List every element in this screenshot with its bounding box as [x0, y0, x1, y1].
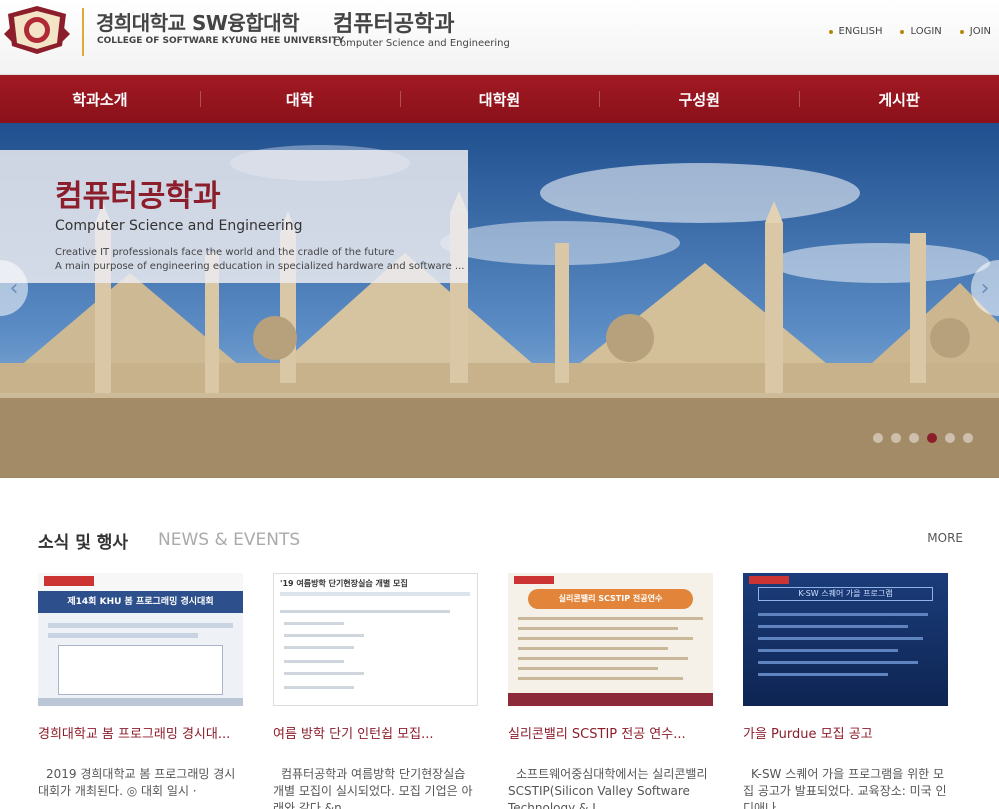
news-thumbnail[interactable]: K-SW 스퀘어 가을 프로그램 [743, 573, 948, 706]
news-more-link[interactable]: MORE [927, 531, 963, 545]
english-link[interactable]: ENGLISH [828, 26, 883, 37]
news-card: 제14회 KHU 봄 프로그래밍 경시대회 경희대학교 봄 프로그래밍 경시대.… [38, 573, 243, 800]
hero-title: 컴퓨터공학과 [55, 179, 221, 214]
slider-dot[interactable] [873, 433, 883, 443]
thumb-heading: 제14회 KHU 봄 프로그래밍 경시대회 [38, 591, 243, 613]
slider-dot-active[interactable] [927, 433, 937, 443]
bullet-icon [900, 29, 905, 34]
slider-dot[interactable] [891, 433, 901, 443]
nav-item-college[interactable]: 대학 [199, 75, 400, 123]
news-heading-en: NEWS & EVENTS [158, 530, 301, 550]
news-card-title[interactable]: 경희대학교 봄 프로그래밍 경시대... [38, 726, 243, 762]
news-thumbnail[interactable]: '19 여름방학 단기현장실습 개별 모집 [273, 573, 478, 706]
news-card-title[interactable]: 여름 방학 단기 인턴쉽 모집... [273, 726, 478, 762]
news-thumbnail[interactable]: 제14회 KHU 봄 프로그래밍 경시대회 [38, 573, 243, 706]
login-link-label: LOGIN [910, 26, 942, 37]
nav-item-members[interactable]: 구성원 [599, 75, 799, 123]
slider-dot[interactable] [909, 433, 919, 443]
thumb-heading: K-SW 스퀘어 가을 프로그램 [758, 587, 933, 601]
english-link-label: ENGLISH [838, 26, 883, 37]
logo-divider [82, 8, 84, 56]
utility-links: ENGLISH LOGIN JOIN [828, 26, 991, 37]
join-link[interactable]: JOIN [959, 26, 991, 37]
main-nav: 학과소개 대학 대학원 구성원 게시판 [0, 75, 999, 123]
hero-description-line2: A main purpose of engineering education … [55, 261, 465, 272]
news-card: '19 여름방학 단기현장실습 개별 모집 여름 방학 단기 인턴쉽 모집...… [273, 573, 478, 809]
chevron-right-icon: › [980, 275, 990, 301]
slider-pagination [873, 433, 973, 443]
bullet-icon [828, 29, 833, 34]
login-link[interactable]: LOGIN [900, 26, 942, 37]
department-name-ko[interactable]: 컴퓨터공학과 [333, 6, 454, 38]
join-link-label: JOIN [969, 26, 991, 37]
department-name-en: Computer Science and Engineering [333, 38, 510, 49]
news-card-excerpt: K-SW 스퀘어 가을 프로그램을 위한 모집 공고가 발표되었다. 교육장소:… [743, 767, 947, 809]
thumb-heading: '19 여름방학 단기현장실습 개별 모집 [280, 579, 408, 588]
news-heading-ko: 소식 및 행사 [38, 533, 129, 553]
site-header: 경희대학교 SW융합대학 COLLEGE OF SOFTWARE KYUNG H… [0, 0, 999, 75]
news-card-excerpt: 소프트웨어중심대학에서는 실리콘밸리 SCSTIP(Silicon Valley… [508, 767, 708, 809]
chevron-left-icon: ‹ [9, 275, 19, 301]
hero-slider: 컴퓨터공학과 Computer Science and Engineering … [0, 123, 999, 478]
news-thumbnail[interactable]: 실리콘밸리 SCSTIP 전공연수 [508, 573, 713, 706]
slider-dot[interactable] [963, 433, 973, 443]
hero-description-line1: Creative IT professionals face the world… [55, 247, 395, 258]
slider-dot[interactable] [945, 433, 955, 443]
thumb-heading: 실리콘밸리 SCSTIP 전공연수 [528, 589, 693, 609]
university-name-ko[interactable]: 경희대학교 SW융합대학 [96, 7, 300, 36]
nav-item-board[interactable]: 게시판 [799, 75, 999, 123]
university-emblem-icon[interactable] [2, 4, 72, 56]
news-card: K-SW 스퀘어 가을 프로그램 가을 Purdue 모집 공고 K-SW 스퀘… [743, 573, 948, 809]
nav-item-graduate[interactable]: 대학원 [399, 75, 600, 123]
news-card-title[interactable]: 실리콘밸리 SCSTIP 전공 연수... [508, 726, 713, 762]
news-card-excerpt: 2019 경희대학교 봄 프로그래밍 경시대회가 개최된다. ◎ 대회 일시 · [38, 767, 236, 798]
university-name-en: COLLEGE OF SOFTWARE KYUNG HEE UNIVERSITY [97, 36, 345, 46]
news-card-excerpt: 컴퓨터공학과 여름방학 단기현장실습 개별 모집이 실시되었다. 모집 기업은 … [273, 767, 473, 809]
news-card: 실리콘밸리 SCSTIP 전공연수 실리콘밸리 SCSTIP 전공 연수... … [508, 573, 713, 809]
nav-item-about[interactable]: 학과소개 [0, 75, 200, 123]
bullet-icon [959, 29, 964, 34]
news-card-title[interactable]: 가을 Purdue 모집 공고 [743, 726, 948, 762]
hero-subtitle: Computer Science and Engineering [55, 218, 303, 234]
